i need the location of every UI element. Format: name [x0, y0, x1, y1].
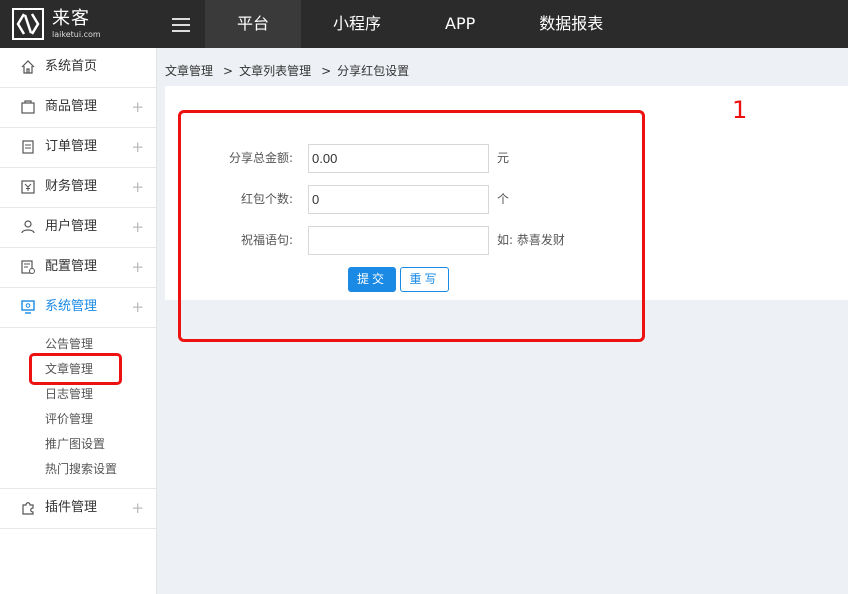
topnav-reports[interactable]: 数据报表 [507, 0, 635, 48]
breadcrumb-item-current: 分享红包设置 [337, 64, 410, 78]
expand-plus-icon[interactable]: + [131, 168, 144, 206]
logo-mark-icon [12, 8, 44, 40]
config-icon [21, 260, 35, 274]
topnav-platform[interactable]: 平台 [205, 0, 302, 48]
sidebar-item-label: 系统首页 [45, 59, 98, 74]
sidebar-item-home[interactable]: 系统首页 [0, 48, 156, 88]
sidebar-item-products[interactable]: 商品管理 + [0, 88, 156, 128]
shop-icon [21, 100, 35, 114]
reset-button[interactable]: 重写 [400, 267, 449, 292]
sidebar-item-config[interactable]: 配置管理 + [0, 248, 156, 288]
sidebar-item-label: 商品管理 [45, 99, 98, 114]
monitor-icon [21, 300, 35, 314]
expand-plus-icon[interactable]: + [131, 489, 144, 527]
sidebar: 系统首页 商品管理 + 订单管理 + 财务管理 + 用户管理 + 配置管理 + … [0, 48, 157, 594]
breadcrumb-separator: > [223, 64, 234, 78]
hamburger-menu-icon[interactable] [172, 18, 190, 32]
submenu-item-logs[interactable]: 日志管理 [0, 382, 156, 407]
sidebar-item-orders[interactable]: 订单管理 + [0, 128, 156, 168]
submenu-item-promo-images[interactable]: 推广图设置 [0, 432, 156, 457]
sidebar-item-label: 系统管理 [45, 299, 98, 314]
sidebar-item-label: 用户管理 [45, 219, 98, 234]
sidebar-item-label: 财务管理 [45, 179, 98, 194]
form-actions: 提交 重写 [165, 267, 565, 297]
sidebar-item-plugins[interactable]: 插件管理 + [0, 489, 156, 529]
packet-count-input[interactable] [308, 185, 489, 214]
logo[interactable]: 来客 laiketui.com [12, 8, 102, 42]
puzzle-icon [22, 502, 34, 515]
total-amount-input[interactable] [308, 144, 489, 173]
submenu-item-hot-search[interactable]: 热门搜索设置 [0, 457, 156, 482]
submenu-item-reviews[interactable]: 评价管理 [0, 407, 156, 432]
packet-count-label: 红包个数: [240, 192, 293, 206]
wish-text-label: 祝福语句: [240, 233, 293, 247]
total-amount-label: 分享总金额: [228, 151, 293, 165]
topnav-miniprogram[interactable]: 小程序 [301, 0, 413, 48]
top-nav: 平台 小程序 APP 数据报表 [205, 0, 635, 48]
expand-plus-icon[interactable]: + [131, 248, 144, 286]
sidebar-item-users[interactable]: 用户管理 + [0, 208, 156, 248]
topnav-app[interactable]: APP [413, 0, 507, 48]
breadcrumb-item-article-list[interactable]: 文章列表管理 [239, 64, 311, 78]
expand-plus-icon[interactable]: + [131, 208, 144, 246]
submit-button[interactable]: 提交 [348, 267, 396, 292]
finance-icon [21, 180, 35, 194]
breadcrumb: 文章管理 > 文章列表管理 > 分享红包设置 [165, 62, 413, 79]
sidebar-item-label: 配置管理 [45, 259, 98, 274]
expand-plus-icon[interactable]: + [131, 88, 144, 126]
total-amount-unit: 元 [497, 151, 510, 165]
clipboard-icon [22, 140, 34, 154]
expand-plus-icon[interactable]: + [131, 288, 144, 326]
breadcrumb-item-articles[interactable]: 文章管理 [165, 64, 213, 78]
annotation-number: 1 [732, 96, 748, 124]
logo-subtext: laiketui.com [52, 30, 101, 39]
wish-text-example: 如: 恭喜发财 [497, 233, 565, 247]
expand-plus-icon[interactable]: + [131, 128, 144, 166]
system-submenu: 公告管理 文章管理 日志管理 评价管理 推广图设置 热门搜索设置 [0, 328, 156, 489]
top-bar: 来客 laiketui.com 平台 小程序 APP 数据报表 [0, 0, 848, 48]
submenu-item-articles[interactable]: 文章管理 [0, 357, 156, 382]
wish-text-input[interactable] [308, 226, 489, 255]
sidebar-item-finance[interactable]: 财务管理 + [0, 168, 156, 208]
home-icon [21, 60, 35, 74]
logo-text: 来客 [52, 8, 90, 29]
breadcrumb-separator: > [321, 64, 332, 78]
user-icon [21, 220, 35, 234]
packet-count-unit: 个 [497, 192, 510, 206]
sidebar-item-label: 插件管理 [45, 500, 98, 515]
sidebar-item-system[interactable]: 系统管理 + [0, 288, 156, 328]
sidebar-item-label: 订单管理 [45, 139, 98, 154]
submenu-item-announcements[interactable]: 公告管理 [0, 332, 156, 357]
